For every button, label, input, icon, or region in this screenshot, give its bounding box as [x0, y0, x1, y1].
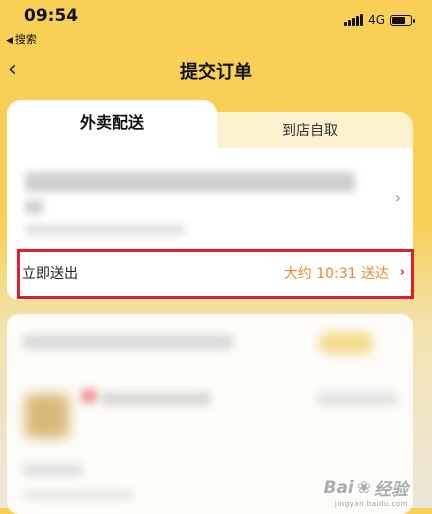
watermark-brand-2: 经验 [374, 480, 408, 500]
watermark-url: jingyan.baidu.com [334, 500, 408, 508]
page-title: 提交订单 [180, 62, 252, 83]
blurred-contact-line [25, 224, 185, 236]
blurred-line [23, 464, 83, 476]
dispatch-time-row[interactable]: 立即送出 大约 10:31 送达 › [17, 249, 414, 299]
blurred-address-line [25, 200, 43, 214]
blurred-tag [81, 389, 97, 403]
delivery-eta: 大约 10:31 送达 [283, 266, 389, 282]
network-type: 4G [368, 13, 385, 27]
back-triangle-icon: ◀ [6, 36, 13, 46]
blurred-address-line [25, 172, 355, 192]
back-to-app-link[interactable]: ◀ 搜索 [6, 31, 37, 47]
blurred-product-price [317, 392, 397, 406]
back-app-label: 搜索 [14, 33, 37, 46]
blurred-store-name [23, 334, 233, 350]
tab-pickup[interactable]: 到店自取 [207, 112, 413, 150]
signal-icon [344, 14, 364, 26]
dispatch-label: 立即送出 [22, 266, 78, 282]
status-time: 09:54 [24, 6, 79, 26]
blurred-badge [319, 332, 373, 354]
tab-delivery[interactable]: 外卖配送 [7, 100, 217, 152]
baidu-watermark: Bai ❀ 经验 [323, 475, 408, 501]
watermark-brand: Bai [323, 477, 354, 498]
paw-icon: ❀ [356, 477, 371, 498]
status-indicators: 4G [344, 13, 415, 27]
chevron-right-icon: › [399, 265, 405, 280]
blurred-product-name [101, 392, 211, 406]
address-chevron-icon: › [394, 188, 401, 207]
battery-icon [390, 14, 415, 26]
blurred-product-image [25, 394, 69, 438]
blurred-line [23, 490, 133, 500]
